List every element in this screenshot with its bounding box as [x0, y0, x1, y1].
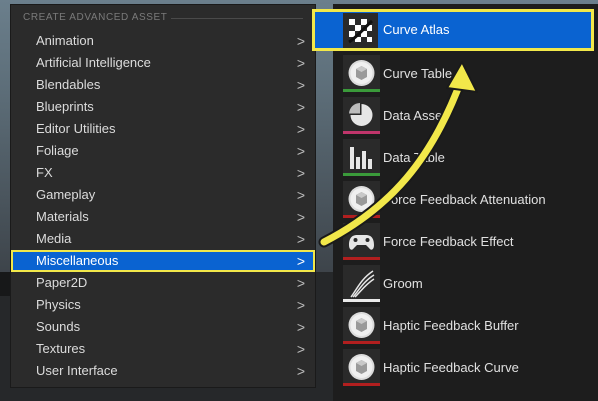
chevron-right-icon: > [296, 99, 306, 115]
chevron-right-icon: > [296, 275, 306, 291]
menu-item-textures[interactable]: Textures > [11, 338, 315, 360]
asset-label: Groom [383, 276, 423, 291]
menu-item-editor-utilities[interactable]: Editor Utilities > [11, 118, 315, 140]
menu-item-label: User Interface [36, 363, 118, 378]
chevron-right-icon: > [296, 77, 306, 93]
hair-icon [343, 265, 380, 302]
menu-item-blendables[interactable]: Blendables > [11, 74, 315, 96]
asset-type-bar [343, 215, 380, 218]
chevron-right-icon: > [296, 253, 306, 269]
create-advanced-asset-menu: CREATE ADVANCED ASSET Animation > Artific… [10, 4, 316, 388]
asset-type-bar [343, 383, 380, 386]
menu-item-animation[interactable]: Animation > [11, 30, 315, 52]
section-divider [171, 18, 303, 19]
asset-haptic-feedback-curve[interactable]: Haptic Feedback Curve [340, 347, 598, 389]
menu-item-label: Textures [36, 341, 86, 356]
chevron-right-icon: > [296, 341, 306, 357]
menu-item-label: Materials [36, 209, 89, 224]
menu-item-label: Physics [36, 297, 81, 312]
menu-item-label: Artificial Intelligence [36, 55, 151, 70]
gamepad-icon [343, 223, 380, 260]
asset-force-feedback-attenuation[interactable]: Force Feedback Attenuation [340, 179, 598, 221]
menu-item-paper2d[interactable]: Paper2D > [11, 272, 315, 294]
menu-item-label: Gameplay [36, 187, 96, 202]
barchart-icon [343, 139, 380, 176]
menu-item-fx[interactable]: FX > [11, 162, 315, 184]
asset-curve-table[interactable]: Curve Table [340, 53, 598, 95]
menu-item-foliage[interactable]: Foliage > [11, 140, 315, 162]
cube-icon [343, 349, 380, 386]
chevron-right-icon: > [296, 319, 306, 335]
chevron-right-icon: > [296, 121, 306, 137]
chevron-right-icon: > [296, 297, 306, 313]
section-title: CREATE ADVANCED ASSET [23, 12, 168, 23]
asset-curve-atlas[interactable]: Curve Atlas [312, 9, 594, 51]
menu-item-media[interactable]: Media > [11, 228, 315, 250]
cube-icon [343, 181, 380, 218]
asset-data-asset[interactable]: Data Asset [340, 95, 598, 137]
chevron-right-icon: > [296, 209, 306, 225]
menu-item-blueprints[interactable]: Blueprints > [11, 96, 315, 118]
asset-label: Force Feedback Effect [383, 234, 514, 249]
menu-item-label: Media [36, 231, 72, 246]
asset-label: Haptic Feedback Buffer [383, 318, 519, 333]
menu-item-artificial-intelligence[interactable]: Artificial Intelligence > [11, 52, 315, 74]
menu-item-sounds[interactable]: Sounds > [11, 316, 315, 338]
cube-icon [343, 307, 380, 344]
menu-item-label: Blendables [36, 77, 101, 92]
menu-item-label: Paper2D [36, 275, 88, 290]
menu-item-label: Blueprints [36, 99, 94, 114]
asset-type-bar [343, 89, 380, 92]
menu-item-physics[interactable]: Physics > [11, 294, 315, 316]
asset-type-bar [343, 131, 380, 134]
checker-icon [343, 13, 378, 48]
asset-type-bar [343, 173, 380, 176]
asset-force-feedback-effect[interactable]: Force Feedback Effect [340, 221, 598, 263]
asset-label: Curve Table [383, 66, 453, 81]
menu-item-label: FX [36, 165, 53, 180]
asset-groom[interactable]: Groom [340, 263, 598, 305]
pie-icon [343, 97, 380, 134]
chevron-right-icon: > [296, 55, 306, 71]
asset-label: Haptic Feedback Curve [383, 360, 519, 375]
chevron-right-icon: > [296, 33, 306, 49]
asset-label: Force Feedback Attenuation [383, 192, 546, 207]
cube-icon [343, 55, 380, 92]
chevron-right-icon: > [296, 165, 306, 181]
chevron-right-icon: > [296, 363, 306, 379]
asset-label: Curve Atlas [383, 22, 450, 37]
menu-item-label: Animation [36, 33, 94, 48]
asset-type-bar [343, 257, 380, 260]
asset-type-bar [343, 299, 380, 302]
menu-item-gameplay[interactable]: Gameplay > [11, 184, 315, 206]
menu-item-label: Foliage [36, 143, 79, 158]
menu-item-label: Sounds [36, 319, 81, 334]
asset-label: Data Table [383, 150, 445, 165]
chevron-right-icon: > [296, 143, 306, 159]
menu-item-label: Editor Utilities [36, 121, 116, 136]
asset-type-bar [343, 341, 380, 344]
chevron-right-icon: > [296, 231, 306, 247]
asset-label: Data Asset [383, 108, 446, 123]
asset-data-table[interactable]: Data Table [340, 137, 598, 179]
menu-item-label: Miscellaneous [36, 253, 119, 268]
menu-item-miscellaneous[interactable]: Miscellaneous > [11, 250, 315, 272]
chevron-right-icon: > [296, 187, 306, 203]
menu-item-user-interface[interactable]: User Interface > [11, 360, 315, 382]
asset-haptic-feedback-buffer[interactable]: Haptic Feedback Buffer [340, 305, 598, 347]
menu-item-materials[interactable]: Materials > [11, 206, 315, 228]
